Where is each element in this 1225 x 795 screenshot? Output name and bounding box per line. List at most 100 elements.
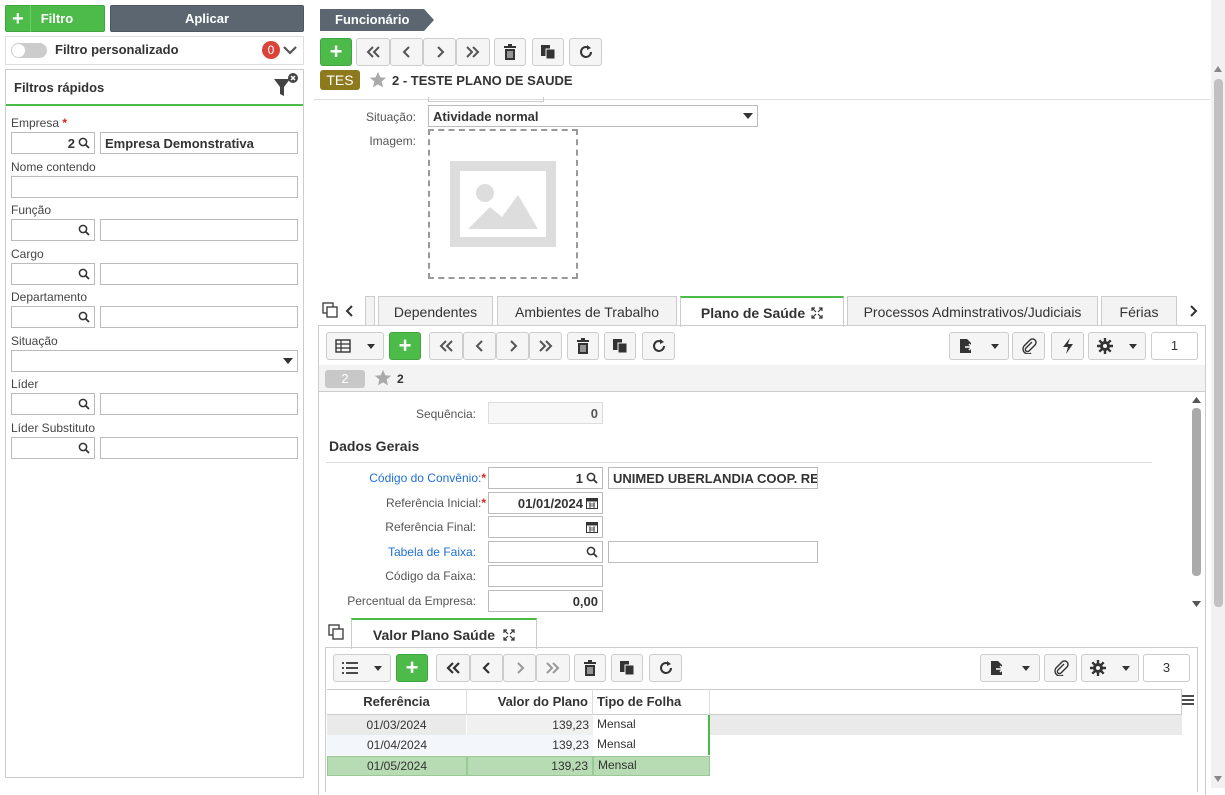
tabela-faixa-label[interactable]: Tabela de Faixa: [320, 545, 476, 559]
valor-attach-button[interactable] [1044, 654, 1077, 682]
expand-icon[interactable] [503, 628, 515, 641]
situacao-select[interactable]: Atividade normal [428, 105, 758, 127]
table-row[interactable]: 01/04/2024 139,23 Mensal [327, 735, 1182, 755]
percentual-field[interactable]: 0,00 [488, 590, 603, 612]
search-icon[interactable] [78, 224, 90, 236]
codigo-convenio-label[interactable]: Código do Convênio:* [320, 471, 486, 485]
ref-inicial-field[interactable]: 01/01/2024 [488, 492, 603, 514]
empresa-code-field[interactable]: 2 [11, 132, 95, 154]
tab-plano-saude[interactable]: Plano de Saúde [680, 296, 844, 327]
situacao-filter-select[interactable] [11, 350, 298, 372]
plano-next-button[interactable] [496, 332, 529, 360]
chevron-down-icon[interactable] [282, 42, 298, 58]
plano-delete-button[interactable] [567, 332, 599, 360]
funcao-desc-field[interactable] [100, 219, 298, 241]
table-row[interactable]: 01/03/2024 139,23 Mensal [327, 715, 1182, 735]
next-record-button[interactable] [423, 38, 456, 66]
column-header-valor-plano[interactable]: Valor do Plano [467, 689, 593, 715]
lider-substituto-desc-field[interactable] [100, 437, 298, 459]
funcao-code-field[interactable] [11, 219, 95, 241]
first-record-button[interactable] [356, 38, 390, 66]
tab-processos[interactable]: Processos Adminstrativos/Judiciais [847, 296, 1098, 326]
column-header-tipo-folha[interactable]: Tipo de Folha [593, 689, 710, 715]
plano-last-button[interactable] [529, 332, 562, 360]
plano-first-button[interactable] [429, 332, 463, 360]
delete-button[interactable] [494, 38, 526, 66]
valor-settings-button[interactable] [1081, 654, 1139, 682]
valor-add-button[interactable]: + [396, 654, 428, 682]
star-icon[interactable] [369, 71, 387, 89]
column-header-referencia[interactable]: Referência [327, 689, 467, 715]
departamento-code-field[interactable] [11, 306, 95, 328]
last-record-button[interactable] [456, 38, 490, 66]
tabela-faixa-field[interactable] [488, 541, 603, 563]
filtro-button[interactable]: + Filtro [5, 5, 105, 32]
clear-filter-icon[interactable] [272, 72, 300, 100]
valor-delete-button[interactable] [574, 654, 606, 682]
search-icon[interactable] [586, 546, 598, 558]
plano-scroll-down-icon[interactable] [1192, 601, 1201, 607]
nome-contendo-field[interactable] [11, 176, 298, 198]
plano-scrollbar-thumb[interactable] [1192, 408, 1201, 576]
ref-final-field[interactable] [488, 516, 603, 538]
toggle-switch[interactable] [11, 43, 47, 58]
page-scrollbar-thumb[interactable] [1214, 79, 1223, 607]
codigo-convenio-field[interactable]: 1 [488, 467, 603, 489]
tab-duplicate-icon[interactable] [322, 302, 338, 318]
plano-action-button[interactable] [1051, 332, 1084, 360]
valor-list-view-button[interactable] [333, 654, 391, 682]
tabs-scroll-left-icon[interactable] [345, 304, 355, 318]
star-icon[interactable] [374, 369, 392, 387]
plano-copy-button[interactable] [604, 332, 636, 360]
lider-code-field[interactable] [11, 393, 95, 415]
valor-first-button[interactable] [436, 654, 470, 682]
lider-substituto-code-field[interactable] [11, 437, 95, 459]
table-row-selected[interactable]: 01/05/2024 139,23 Mensal [327, 756, 1182, 776]
add-button[interactable]: + [320, 38, 352, 66]
valor-next-button[interactable] [503, 654, 536, 682]
empresa-name-field[interactable]: Empresa Demonstrativa [100, 132, 298, 154]
plano-export-button[interactable] [949, 332, 1009, 360]
search-icon[interactable] [78, 311, 90, 323]
page-scroll-down-icon[interactable] [1214, 776, 1222, 782]
grid-view-button[interactable] [326, 332, 384, 360]
calendar-icon[interactable] [586, 521, 598, 533]
valor-refresh-button[interactable] [649, 654, 682, 682]
plano-refresh-button[interactable] [642, 332, 675, 360]
valor-export-button[interactable] [980, 654, 1040, 682]
expand-icon[interactable] [811, 306, 823, 319]
plano-settings-button[interactable] [1088, 332, 1146, 360]
search-icon[interactable] [586, 472, 598, 484]
search-icon[interactable] [78, 442, 90, 454]
valor-copy-button[interactable] [611, 654, 643, 682]
departamento-desc-field[interactable] [100, 306, 298, 328]
plano-scroll-up-icon[interactable] [1192, 397, 1201, 403]
cargo-code-field[interactable] [11, 263, 95, 285]
valor-last-button[interactable] [536, 654, 570, 682]
column-menu-icon[interactable] [1182, 695, 1194, 705]
codigo-faixa-field[interactable] [488, 565, 603, 587]
tab-valor-plano-saude[interactable]: Valor Plano Saúde [351, 618, 537, 649]
tabs-scroll-right-icon[interactable] [1188, 304, 1198, 318]
search-icon[interactable] [78, 137, 90, 149]
tabela-faixa-desc-field[interactable] [608, 541, 818, 563]
valor-duplicate-icon[interactable] [328, 624, 344, 640]
search-icon[interactable] [78, 268, 90, 280]
tab-ambientes-trabalho[interactable]: Ambientes de Trabalho [497, 296, 677, 326]
refresh-button[interactable] [569, 38, 602, 66]
plano-add-button[interactable]: + [389, 332, 421, 360]
plano-prev-button[interactable] [463, 332, 496, 360]
breadcrumb[interactable]: Funcionário [320, 9, 434, 31]
prev-record-button[interactable] [390, 38, 423, 66]
lider-desc-field[interactable] [100, 393, 298, 415]
copy-button[interactable] [532, 38, 564, 66]
search-icon[interactable] [78, 398, 90, 410]
page-scroll-up-icon[interactable] [1214, 66, 1222, 72]
tab-ferias[interactable]: Férias [1101, 296, 1177, 326]
convenio-name-field[interactable]: UNIMED UBERLANDIA COOP. RE [608, 467, 818, 489]
tab-dependentes[interactable]: Dependentes [378, 296, 493, 326]
image-upload-area[interactable] [428, 129, 578, 279]
aplicar-button[interactable]: Aplicar [110, 5, 304, 32]
plano-attach-button[interactable] [1012, 332, 1045, 360]
valor-prev-button[interactable] [470, 654, 503, 682]
